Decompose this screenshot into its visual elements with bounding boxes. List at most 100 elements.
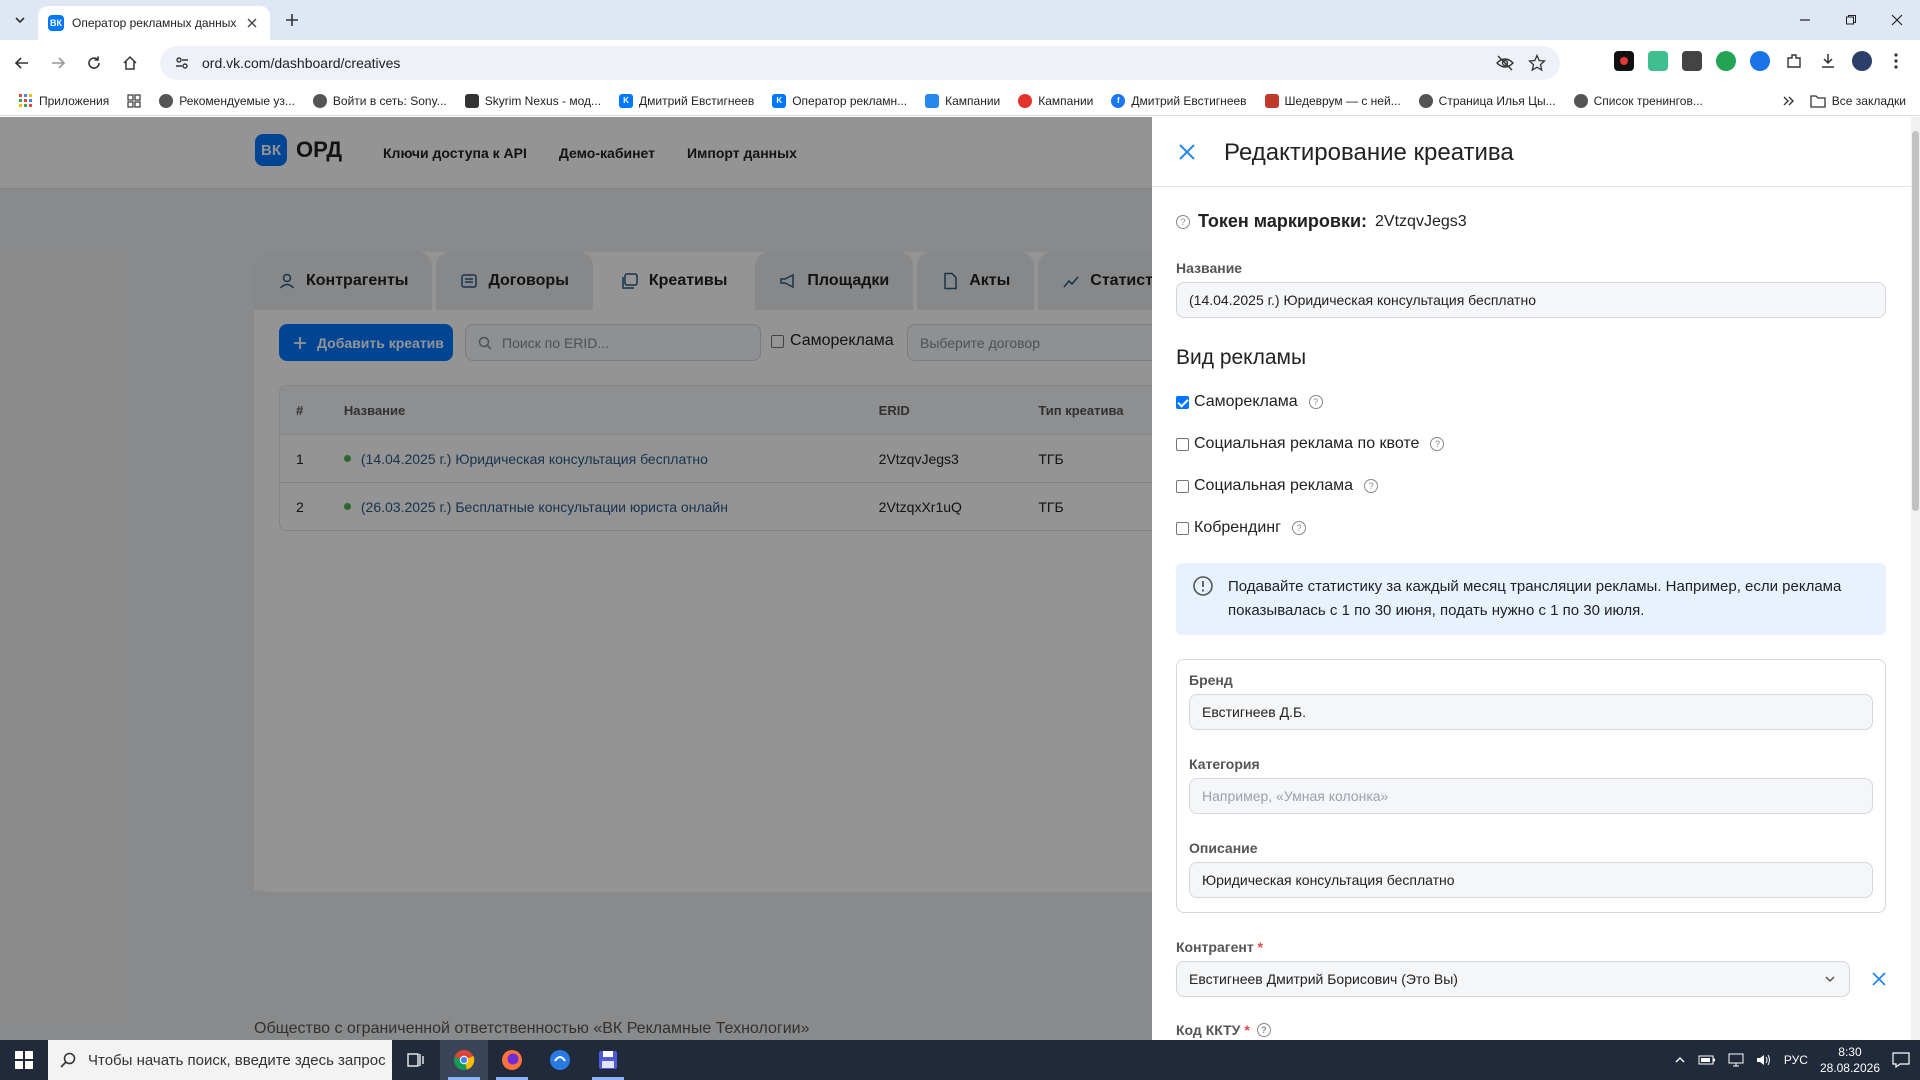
help-icon[interactable]: ? xyxy=(1430,437,1445,451)
bookmark-trainings[interactable]: Список тренингов... xyxy=(1565,89,1712,113)
reload-icon[interactable] xyxy=(82,51,106,75)
profile-avatar-icon[interactable] xyxy=(1852,51,1872,71)
network-icon[interactable] xyxy=(1728,1053,1744,1067)
clear-counterparty-icon[interactable] xyxy=(1870,970,1888,988)
eye-off-icon[interactable] xyxy=(1496,54,1514,72)
bookmark-mytarget[interactable]: Кампании xyxy=(1009,89,1102,113)
floppy-app-taskbar-icon[interactable] xyxy=(584,1040,632,1080)
notifications-icon[interactable] xyxy=(1892,1052,1910,1068)
globe-icon xyxy=(312,93,327,108)
address-bar[interactable]: ord.vk.com/dashboard/creatives xyxy=(160,46,1560,80)
taskbar-search-input[interactable]: Чтобы начать поиск, введите здесь запрос xyxy=(48,1040,392,1080)
vk-icon: K xyxy=(772,93,787,108)
new-tab-plus-icon[interactable] xyxy=(282,10,302,30)
scrollbar-thumb[interactable] xyxy=(1912,131,1919,511)
brand-label: Бренд xyxy=(1189,672,1233,688)
bookmark-facebook[interactable]: f Дмитрий Евстигнеев xyxy=(1102,89,1255,113)
download-icon[interactable] xyxy=(1818,51,1838,71)
windows-start-icon[interactable] xyxy=(0,1040,48,1080)
battery-icon[interactable] xyxy=(1698,1054,1716,1066)
page: ВК ОРД Ключи доступа к API Демо-кабинет … xyxy=(0,117,1920,1041)
bookmark-star-icon[interactable] xyxy=(1528,54,1546,72)
bookmark-sony[interactable]: Войти в сеть: Sony... xyxy=(304,89,456,113)
modal-overlay[interactable] xyxy=(0,117,1152,1041)
help-icon[interactable]: ? xyxy=(1256,1023,1271,1037)
cobranding-checkbox[interactable] xyxy=(1176,521,1189,535)
forward-arrow-icon[interactable] xyxy=(46,51,70,75)
bookmark-grid[interactable] xyxy=(118,89,150,113)
language-indicator[interactable]: РУС xyxy=(1784,1053,1808,1067)
system-tray: РУС 8:30 28.08.2026 xyxy=(1674,1040,1920,1080)
url-text: ord.vk.com/dashboard/creatives xyxy=(202,55,401,71)
browser-tab-title: Оператор рекламных данных xyxy=(72,16,236,30)
token-row: ? Токен маркировки: 2VtzqvJegs3 xyxy=(1176,211,1467,232)
chrome-taskbar-icon[interactable] xyxy=(440,1040,488,1080)
description-input[interactable]: Юридическая консультация бесплатно xyxy=(1189,862,1873,898)
bookmark-ord[interactable]: K Оператор рекламн... xyxy=(763,89,916,113)
help-icon[interactable]: ? xyxy=(1308,395,1323,409)
app-blue-taskbar-icon[interactable] xyxy=(536,1040,584,1080)
help-icon[interactable]: ? xyxy=(1364,479,1379,493)
ad-type-social-quota[interactable]: Социальная реклама по квоте ? xyxy=(1176,435,1445,453)
firefox-taskbar-icon[interactable] xyxy=(488,1040,536,1080)
task-view-icon[interactable] xyxy=(392,1040,440,1080)
brand-fields-box: Бренд Евстигнеев Д.Б. Категория Например… xyxy=(1176,659,1886,913)
counterparty-select[interactable]: Евстигнеев Дмитрий Борисович (Это Вы) xyxy=(1176,961,1850,997)
shedevrum-icon xyxy=(1264,93,1279,108)
volume-icon[interactable] xyxy=(1756,1053,1772,1067)
browser-menu-icon[interactable] xyxy=(1886,51,1906,71)
apps-grid-icon xyxy=(19,93,33,108)
browser-tabstrip: ВК Оператор рекламных данных xyxy=(0,0,1920,40)
extension-blue-icon[interactable] xyxy=(1750,51,1770,71)
globe-icon xyxy=(159,93,174,108)
description-label: Описание xyxy=(1189,840,1258,856)
help-icon[interactable]: ? xyxy=(1176,214,1190,229)
extension-green-icon[interactable] xyxy=(1648,51,1668,71)
browser-tab-active[interactable]: ВК Оператор рекламных данных xyxy=(38,6,270,40)
extensions-puzzle-icon[interactable] xyxy=(1784,51,1804,71)
ad-type-cobranding[interactable]: Кобрендинг ? xyxy=(1176,519,1306,537)
help-icon[interactable]: ? xyxy=(1291,521,1306,535)
taskbar-clock[interactable]: 8:30 28.08.2026 xyxy=(1820,1044,1880,1076)
category-input[interactable]: Например, «Умная колонка» xyxy=(1189,778,1873,814)
panel-scrollbar[interactable] xyxy=(1911,117,1920,1041)
close-window-icon[interactable] xyxy=(1874,0,1920,40)
social-quota-checkbox[interactable] xyxy=(1176,437,1189,451)
edit-creative-panel: Редактирование креатива ? Токен маркиров… xyxy=(1152,117,1920,1041)
social-checkbox[interactable] xyxy=(1176,479,1189,493)
back-arrow-icon[interactable] xyxy=(10,51,34,75)
bookmark-apps[interactable]: Приложения xyxy=(10,89,118,113)
bookmark-shedevrum[interactable]: Шедеврум — с ней... xyxy=(1256,89,1410,113)
name-input[interactable]: (14.04.2025 г.) Юридическая консультация… xyxy=(1176,282,1886,318)
site-info-icon[interactable] xyxy=(174,55,190,71)
info-circle-icon xyxy=(1192,575,1214,623)
statistics-info-box: Подавайте статистику за каждый месяц тра… xyxy=(1176,563,1886,635)
close-tab-icon[interactable] xyxy=(244,15,260,31)
close-panel-icon[interactable] xyxy=(1176,141,1198,163)
bookmark-ilya[interactable]: Страница Илья Цы... xyxy=(1410,89,1565,113)
extension-red-dot-icon[interactable] xyxy=(1614,51,1634,71)
minimize-icon[interactable] xyxy=(1782,0,1828,40)
extension-dark-icon[interactable] xyxy=(1682,51,1702,71)
all-bookmarks[interactable]: Все закладки xyxy=(1810,89,1906,113)
restore-icon[interactable] xyxy=(1828,0,1874,40)
more-bookmarks-chevron-icon[interactable] xyxy=(1782,94,1796,108)
bookmark-vk-profile[interactable]: K Дмитрий Евстигнеев xyxy=(610,89,763,113)
name-label: Название xyxy=(1176,260,1243,276)
tab-search-chevron-icon[interactable] xyxy=(8,8,32,32)
ad-type-selfad[interactable]: Самореклама ? xyxy=(1176,393,1323,411)
tray-chevron-up-icon[interactable] xyxy=(1674,1054,1686,1066)
bookmark-recommended[interactable]: Рекомендуемые уз... xyxy=(150,89,304,113)
selfad-checkbox[interactable] xyxy=(1176,395,1189,409)
vk-favicon-icon: ВК xyxy=(48,15,64,31)
home-icon[interactable] xyxy=(118,51,142,75)
browser-toolbar: ord.vk.com/dashboard/creatives xyxy=(0,40,1920,86)
bookmark-skyrim-nexus[interactable]: Skyrim Nexus - мод... xyxy=(456,89,610,113)
ad-type-social[interactable]: Социальная реклама ? xyxy=(1176,477,1379,495)
mytarget-icon xyxy=(1018,93,1033,108)
bookmark-vk-ads[interactable]: Кампании xyxy=(916,89,1009,113)
extension-badge-icon[interactable] xyxy=(1716,51,1736,71)
kktu-label: Код ККТУ * ? xyxy=(1176,1022,1271,1038)
brand-input[interactable]: Евстигнеев Д.Б. xyxy=(1189,694,1873,730)
chevron-down-icon xyxy=(1823,972,1837,986)
